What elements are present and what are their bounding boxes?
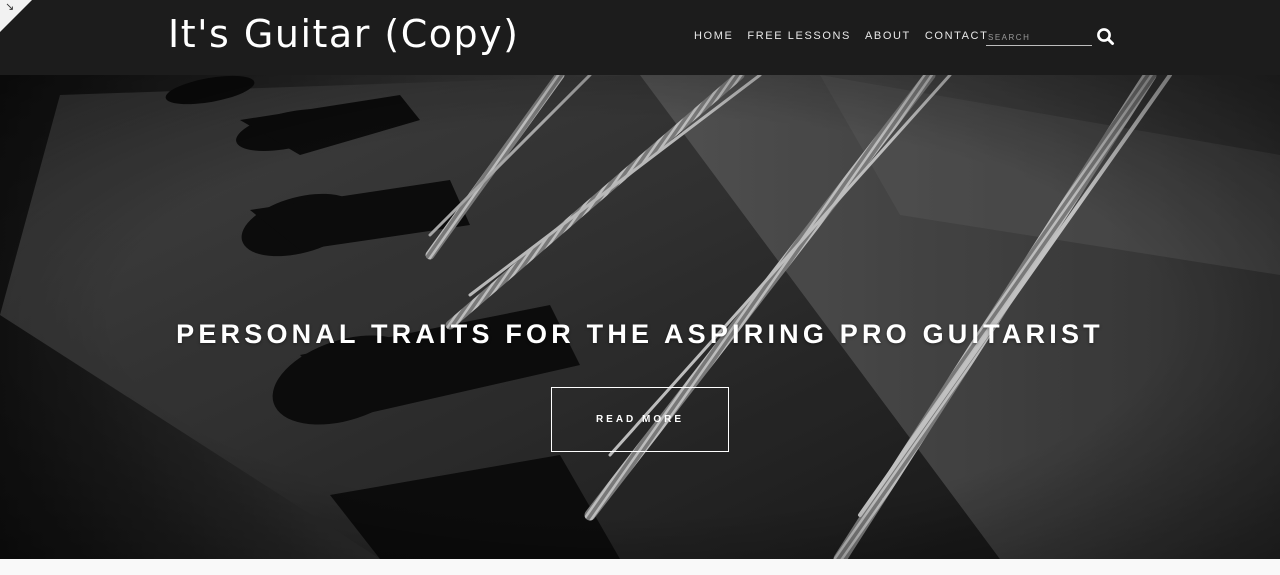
- site-title[interactable]: It's Guitar (Copy): [168, 12, 519, 56]
- nav-item-home[interactable]: HOME: [694, 30, 733, 42]
- site-header: It's Guitar (Copy) HOME FREE LESSONS ABO…: [0, 0, 1280, 75]
- nav-item-about[interactable]: ABOUT: [865, 30, 911, 42]
- main-nav: HOME FREE LESSONS ABOUT CONTACT: [694, 30, 1002, 42]
- search-input[interactable]: [986, 31, 1094, 42]
- nav-item-contact[interactable]: CONTACT: [925, 30, 989, 42]
- read-more-button[interactable]: READ MORE: [551, 387, 729, 452]
- page-bottom-strip: [0, 559, 1280, 575]
- search-icon[interactable]: [1096, 27, 1116, 47]
- hero-banner: PERSONAL TRAITS FOR THE ASPIRING PRO GUI…: [0, 75, 1280, 559]
- search-field: [986, 27, 1094, 46]
- nav-item-free-lessons[interactable]: FREE LESSONS: [747, 30, 851, 42]
- hero-background-image: [0, 75, 1280, 559]
- arrow-diagonal-icon[interactable]: ↘: [5, 2, 14, 13]
- hero-title: PERSONAL TRAITS FOR THE ASPIRING PRO GUI…: [176, 319, 1104, 349]
